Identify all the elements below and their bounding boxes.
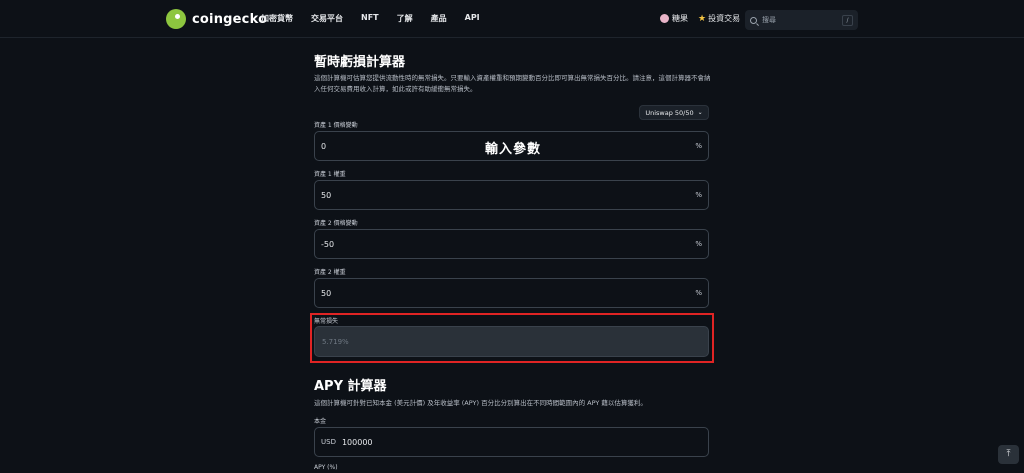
search-box[interactable]: /	[745, 10, 858, 30]
percent-unit: %	[695, 191, 702, 199]
invest-button[interactable]: ★ 投資交易	[698, 13, 740, 24]
nav-actions: 糖果 ★ 投資交易	[660, 13, 740, 24]
asset1-weight-label: 資產 1 權重	[314, 171, 346, 178]
principal-label: 本金	[314, 418, 327, 425]
asset2-price-change-input[interactable]: -50 %	[314, 229, 709, 259]
principal-input[interactable]: USD 100000	[314, 427, 709, 457]
candy-button[interactable]: 糖果	[660, 13, 688, 24]
percent-unit: %	[695, 289, 702, 297]
asset2-price-change-value: -50	[321, 239, 335, 249]
asset2-weight-label: 資產 2 權重	[314, 269, 346, 276]
search-input[interactable]	[762, 16, 840, 24]
asset1-price-change-label: 資產 1 價格變動	[314, 122, 358, 129]
asset2-weight-input[interactable]: 50 %	[314, 278, 709, 308]
invest-label: 投資交易	[708, 14, 741, 23]
asset1-weight-value: 50	[321, 190, 332, 200]
coingecko-logo[interactable]: coingecko	[166, 9, 267, 29]
asset2-price-change-label: 資產 2 價格變動	[314, 220, 358, 227]
search-icon	[750, 16, 757, 24]
arrow-up-icon: ⤒	[1006, 449, 1011, 459]
star-icon: ★	[698, 13, 707, 24]
pool-preset-value: Uniswap 50/50	[645, 108, 694, 117]
brand-name: coingecko	[192, 11, 268, 27]
nav-nft[interactable]: NFT	[361, 13, 379, 24]
candy-label: 糖果	[672, 14, 688, 23]
apy-calculator-title: APY 計算器	[314, 379, 387, 394]
candy-icon	[660, 14, 669, 23]
asset2-weight-value: 50	[321, 288, 332, 298]
nav-learn[interactable]: 了解	[397, 13, 413, 24]
nav-cryptocurrencies[interactable]: 加密貨幣	[261, 13, 293, 24]
asset1-weight-input[interactable]: 50 %	[314, 180, 709, 210]
pool-preset-dropdown[interactable]: Uniswap 50/50 ⌄	[639, 105, 709, 120]
apy-calculator-description: 這個計算機可針對已知本金 (美元計價) 及年收益率 (APY) 百分比分別算出在…	[314, 399, 647, 407]
il-calculator-description: 這個計算機可估算您提供流動性時的無常損失。只要輸入資產權重和預期變動百分比即可算…	[314, 74, 711, 93]
nav-api[interactable]: API	[465, 13, 480, 24]
il-calculator-title: 暫時虧損計算器	[314, 55, 406, 70]
result-highlight-box	[310, 313, 714, 363]
scroll-to-top-button[interactable]: ⤒	[998, 445, 1019, 464]
nav-products[interactable]: 產品	[431, 13, 447, 24]
input-parameters-annotation: 輸入參數	[485, 142, 542, 157]
chevron-down-icon: ⌄	[697, 109, 703, 116]
nav-exchanges[interactable]: 交易平台	[311, 13, 343, 24]
main-nav: 加密貨幣 交易平台 NFT 了解 產品 API	[261, 13, 498, 24]
percent-unit: %	[695, 142, 702, 150]
search-shortcut-key: /	[842, 14, 853, 26]
currency-prefix: USD	[321, 438, 336, 446]
percent-unit: %	[695, 240, 702, 248]
principal-value: 100000	[341, 437, 373, 447]
gecko-logo-icon	[166, 9, 186, 29]
apy-label: APY (%)	[314, 464, 338, 471]
top-navbar: coingecko 加密貨幣 交易平台 NFT 了解 產品 API 糖果 ★ 投…	[0, 0, 1024, 38]
